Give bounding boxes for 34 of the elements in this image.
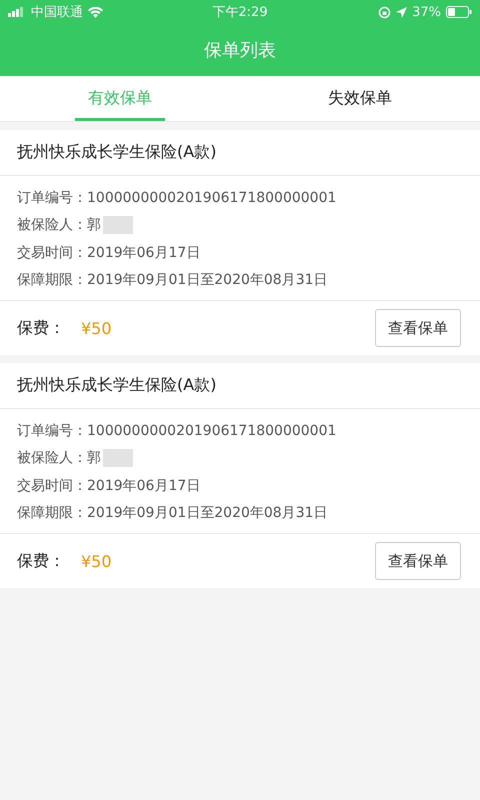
battery-percent: 37% bbox=[412, 4, 441, 20]
field-value: 2019年09月01日至2020年08月31日 bbox=[87, 271, 328, 290]
field-label: 交易时间： bbox=[17, 476, 87, 495]
policy-tab[interactable]: 失效保单 bbox=[240, 76, 480, 121]
field-label: 被保险人： bbox=[17, 216, 87, 234]
policy-name: 抚州快乐成长学生保险(A款) bbox=[0, 130, 480, 176]
field-label: 被保险人： bbox=[17, 449, 87, 468]
location-arrow-icon bbox=[396, 6, 408, 18]
battery-icon bbox=[446, 6, 472, 18]
premium-label: 保费： bbox=[17, 550, 66, 572]
policy-name: 抚州快乐成长学生保险(A款) bbox=[0, 363, 480, 409]
field-value: 1000000000201906171800000001 bbox=[87, 190, 336, 206]
page-title: 保单列表 bbox=[203, 39, 277, 63]
field-label: 订单编号： bbox=[17, 422, 87, 440]
premium-label: 保费： bbox=[17, 318, 66, 338]
view-policy-button[interactable]: 查看保单 bbox=[375, 542, 461, 580]
premium-amount: ¥50 bbox=[81, 552, 113, 570]
field-value: 2019年06月17日 bbox=[87, 476, 200, 495]
status-time: 下午2:29 bbox=[212, 4, 268, 21]
field-label: 订单编号： bbox=[17, 188, 87, 207]
field-value: 2019年06月17日 bbox=[87, 244, 200, 262]
wifi-icon bbox=[88, 6, 103, 18]
field-value: 1000000000201906171800000001 bbox=[87, 422, 336, 439]
view-policy-button[interactable]: 查看保单 bbox=[375, 309, 461, 347]
field-value: 郭 bbox=[87, 449, 101, 468]
signal-icon bbox=[8, 7, 26, 17]
field-label: 保障期限： bbox=[17, 271, 87, 290]
field-label: 保障期限： bbox=[17, 504, 87, 522]
field-value: 郭 bbox=[87, 216, 101, 234]
field-label: 交易时间： bbox=[17, 244, 87, 262]
carrier-name: 中国联通 bbox=[31, 4, 83, 21]
rotation-lock-icon bbox=[378, 6, 392, 18]
premium-amount: ¥50 bbox=[81, 318, 113, 338]
field-value: 2019年09月01日至2020年08月31日 bbox=[87, 504, 328, 522]
